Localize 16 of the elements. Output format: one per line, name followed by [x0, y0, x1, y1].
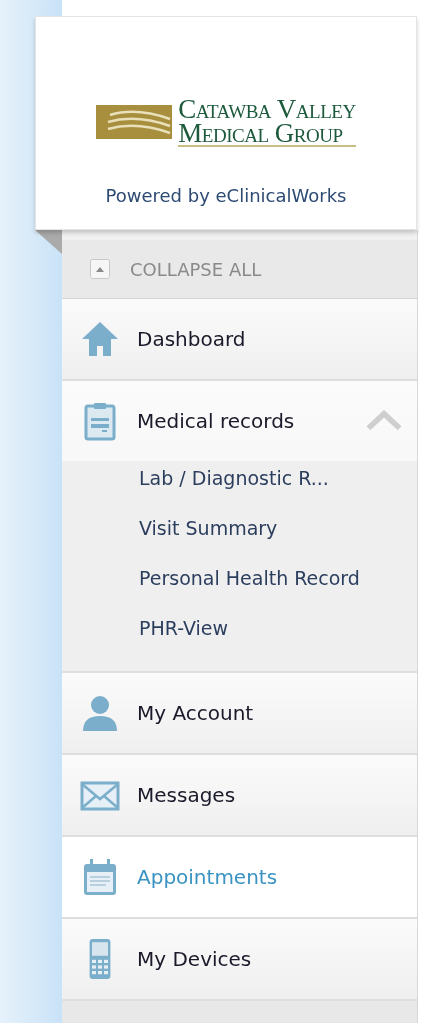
powered-by-text: Powered by eClinicalWorks — [105, 185, 347, 206]
chevron-up-icon[interactable] — [365, 410, 403, 432]
collapse-all-label: COLLAPSE ALL — [130, 258, 262, 280]
submenu-item[interactable]: PHR-View — [139, 603, 228, 653]
submenu-item[interactable]: Visit Summary — [139, 503, 278, 553]
logo-name: Catawba Valley — [178, 97, 356, 121]
submenu-item[interactable]: Personal Health Record — [139, 553, 360, 603]
menu-item[interactable]: My Devices — [62, 919, 417, 999]
menu-item[interactable]: Messages — [62, 755, 417, 835]
menu-item[interactable]: Dashboard — [62, 299, 417, 379]
logo-name: Medical Group — [178, 121, 344, 145]
person-icon — [80, 693, 120, 733]
house-icon — [80, 319, 120, 359]
menu-item[interactable]: My Account — [62, 673, 417, 753]
collapse-icon — [90, 259, 110, 279]
logo-mark-icon — [96, 105, 173, 139]
